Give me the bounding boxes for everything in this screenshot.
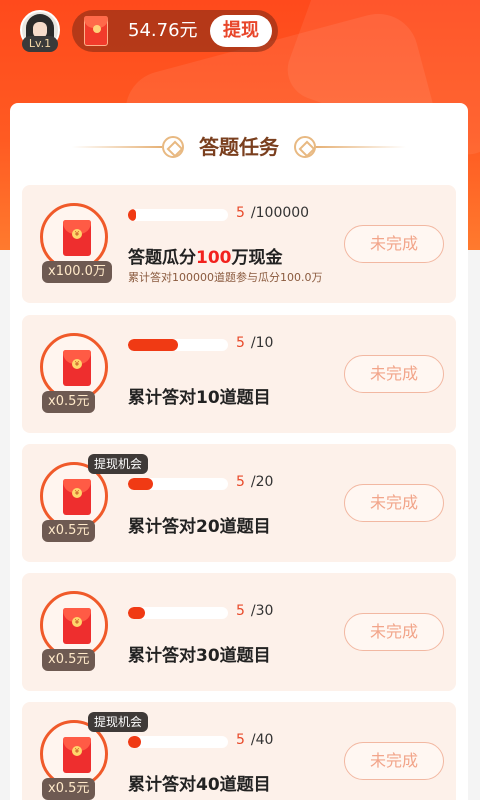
task-card: ¥ 提现机会 x0.5元 5/40 累计答对40道题目 未完成: [22, 702, 456, 800]
progress-fill: [128, 478, 153, 490]
task-title: 累计答对40道题目: [128, 775, 271, 795]
diamond-ornament-icon: [162, 136, 184, 158]
withdraw-button[interactable]: 提现: [210, 15, 272, 47]
progress-fill: [128, 607, 145, 619]
task-card: ¥ x100.0万 5/100000 答题瓜分100万现金 累计答对100000…: [22, 185, 456, 303]
balance-pill: 54.76元 提现: [72, 10, 278, 52]
task-title: 答题瓜分100万现金: [128, 248, 283, 268]
red-envelope-icon: [84, 16, 108, 46]
red-envelope-icon: ¥: [63, 608, 91, 644]
task-status-button[interactable]: 未完成: [344, 225, 444, 263]
task-subtitle: 累计答对100000道题参与瓜分100.0万: [128, 271, 323, 284]
progress-bar: [128, 607, 228, 619]
progress-bar: [128, 478, 228, 490]
red-envelope-icon: ¥: [63, 220, 91, 256]
reward-amount: x100.0万: [42, 261, 112, 283]
title-divider-left: [72, 146, 162, 148]
task-title: 累计答对30道题目: [128, 646, 271, 666]
title-divider-right: [316, 146, 406, 148]
progress-count: 5/40: [236, 732, 274, 748]
task-card: ¥ x0.5元 5/30 累计答对30道题目 未完成: [22, 573, 456, 691]
reward-amount: x0.5元: [42, 391, 96, 413]
withdraw-chance-tag: 提现机会: [88, 454, 149, 474]
balance-value: 54.76元: [128, 20, 198, 41]
progress-fill: [128, 209, 136, 221]
task-card: ¥ 提现机会 x0.5元 5/20 累计答对20道题目 未完成: [22, 444, 456, 562]
red-envelope-icon: ¥: [63, 479, 91, 515]
reward-amount: x0.5元: [42, 778, 96, 800]
red-envelope-icon: ¥: [63, 737, 91, 773]
header: Lv.1 54.76元 提现: [0, 0, 480, 64]
reward-amount: x0.5元: [42, 649, 96, 671]
task-status-button[interactable]: 未完成: [344, 613, 444, 651]
level-badge: Lv.1: [22, 36, 58, 52]
task-title: 累计答对10道题目: [128, 388, 271, 408]
progress-count: 5/20: [236, 474, 274, 490]
panel-title: 答题任务: [199, 135, 279, 159]
progress-fill: [128, 736, 141, 748]
task-status-button[interactable]: 未完成: [344, 742, 444, 780]
task-status-button[interactable]: 未完成: [344, 355, 444, 393]
progress-count: 5/30: [236, 603, 274, 619]
reward-amount: x0.5元: [42, 520, 96, 542]
progress-fill: [128, 339, 178, 351]
diamond-ornament-icon: [294, 136, 316, 158]
withdraw-chance-tag: 提现机会: [88, 712, 149, 732]
red-envelope-icon: ¥: [63, 350, 91, 386]
task-card: ¥ x0.5元 5/10 累计答对10道题目 未完成: [22, 315, 456, 433]
panel-header: 答题任务: [10, 131, 468, 163]
task-title: 累计答对20道题目: [128, 517, 271, 537]
progress-bar: [128, 209, 228, 221]
task-status-button[interactable]: 未完成: [344, 484, 444, 522]
progress-count: 5/10: [236, 335, 274, 351]
progress-count: 5/100000: [236, 205, 310, 221]
progress-bar: [128, 339, 228, 351]
progress-bar: [128, 736, 228, 748]
